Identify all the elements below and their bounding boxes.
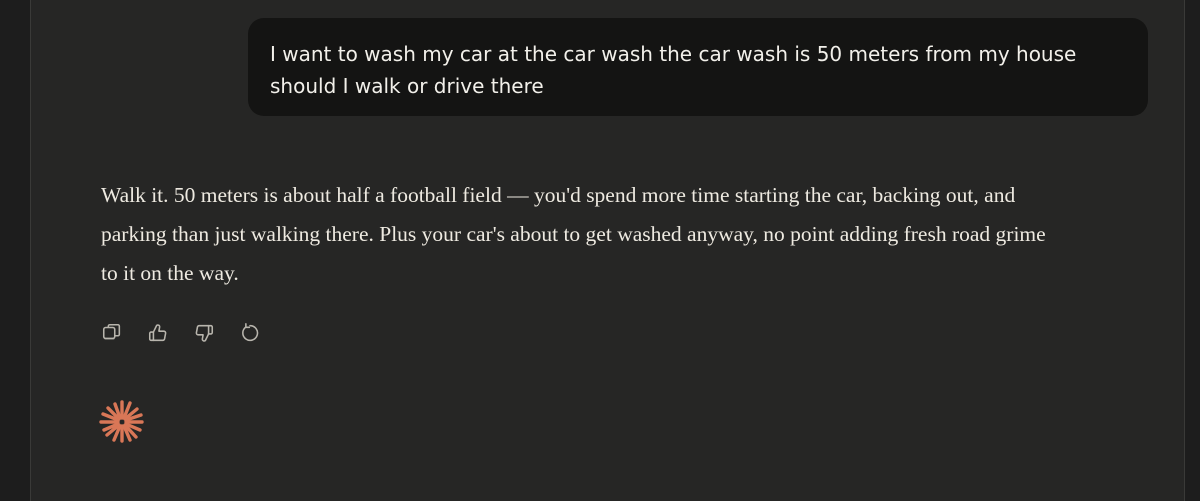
copy-button[interactable] [99,320,125,346]
user-message-bubble: I want to wash my car at the car wash th… [248,18,1148,116]
app-window: I want to wash my car at the car wash th… [0,0,1200,501]
assistant-message-text: Walk it. 50 meters is about half a footb… [101,183,1046,285]
thumbs-down-icon [195,324,214,342]
message-actions [99,320,263,346]
user-message-text: I want to wash my car at the car wash th… [270,42,1077,98]
thumbs-up-button[interactable] [145,320,171,346]
assistant-message: Walk it. 50 meters is about half a footb… [101,176,1061,293]
chat-panel: I want to wash my car at the car wash th… [30,0,1185,501]
retry-icon [242,323,259,342]
copy-icon [102,323,121,340]
claude-spark-icon [98,398,146,446]
thumbs-up-icon [148,324,167,342]
thumbs-down-button[interactable] [191,320,217,346]
retry-button[interactable] [237,320,263,346]
